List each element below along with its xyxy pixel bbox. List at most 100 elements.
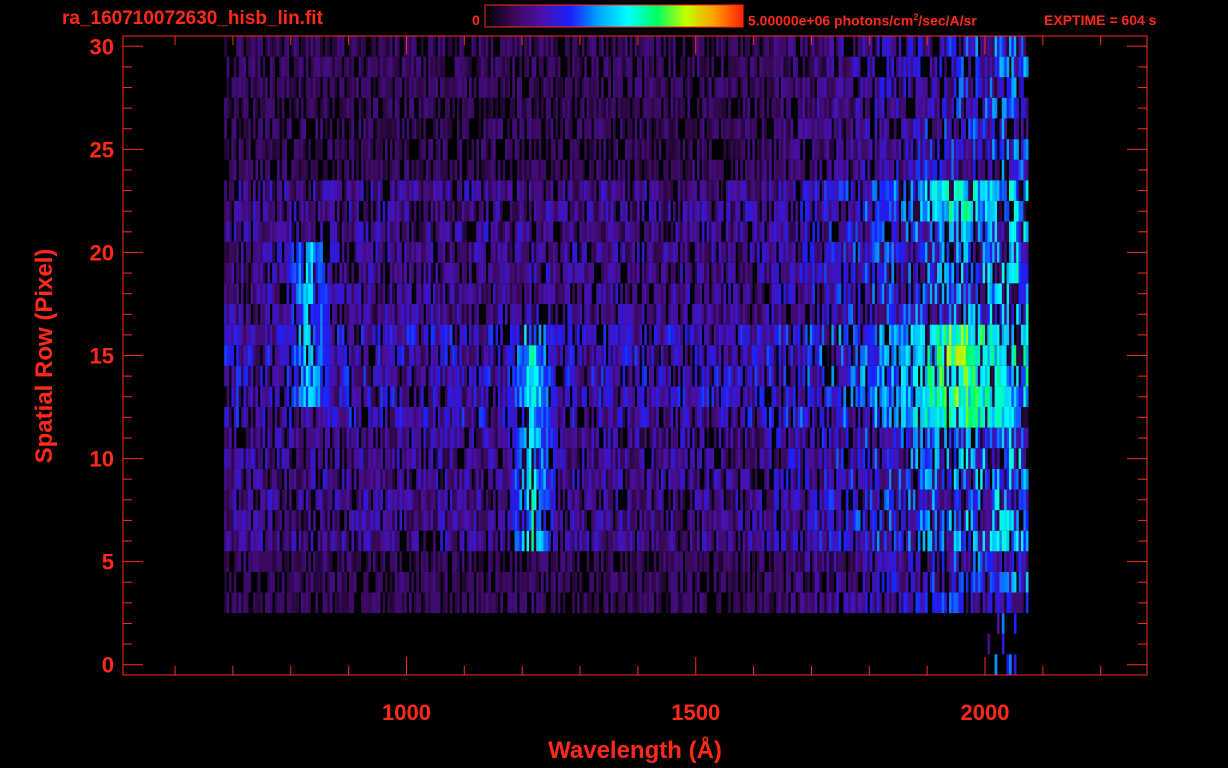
heatmap-cell — [651, 468, 655, 490]
heatmap-cell — [1009, 345, 1012, 366]
heatmap-cell — [605, 448, 609, 469]
heatmap-cell — [937, 510, 940, 531]
heatmap-cell — [941, 304, 945, 325]
heatmap-cell — [404, 407, 407, 428]
heatmap-cell — [989, 427, 993, 449]
heatmap-cell — [533, 262, 537, 284]
heatmap-cell — [509, 407, 513, 428]
heatmap-cell — [809, 468, 813, 490]
heatmap-cell — [375, 468, 379, 490]
heatmap-cell — [581, 262, 585, 284]
heatmap-cell — [440, 530, 443, 552]
heatmap-cell — [279, 242, 283, 263]
heatmap-cell — [1009, 468, 1012, 490]
heatmap-cell — [889, 468, 892, 490]
heatmap-cell — [1001, 489, 1005, 511]
heatmap-cell — [284, 324, 287, 346]
heatmap-cell — [627, 324, 631, 346]
heatmap-cell — [351, 262, 355, 284]
heatmap-cell — [853, 510, 856, 531]
heatmap-cell — [334, 262, 338, 284]
heatmap-cell — [248, 530, 251, 552]
heatmap-cell — [298, 283, 302, 304]
heatmap-cell — [233, 386, 237, 407]
heatmap-cell — [305, 304, 309, 325]
heatmap-cell — [555, 262, 559, 284]
heatmap-cell — [255, 530, 259, 552]
heatmap-cell — [591, 448, 595, 469]
heatmap-cell — [538, 468, 542, 490]
heatmap-cell — [889, 448, 892, 469]
heatmap-cell — [250, 530, 254, 552]
heatmap-cell — [257, 345, 261, 366]
heatmap-cell — [809, 489, 813, 511]
heatmap-cell — [524, 571, 527, 593]
heatmap-cell — [505, 262, 508, 284]
heatmap-cell — [742, 386, 746, 407]
heatmap-cell — [893, 427, 897, 449]
heatmap-cell — [649, 324, 652, 346]
heatmap-cell — [596, 551, 599, 572]
heatmap-cell — [932, 283, 935, 304]
heatmap-cell — [305, 510, 309, 531]
heatmap-cell — [773, 242, 777, 263]
heatmap-cell — [461, 489, 465, 511]
heatmap-cell — [653, 510, 657, 531]
heatmap-cell — [673, 592, 676, 614]
heatmap-cell — [370, 530, 374, 552]
heatmap-cell — [533, 324, 537, 346]
heatmap-cell — [773, 324, 777, 346]
heatmap-cell — [469, 448, 472, 469]
heatmap-cell — [994, 654, 998, 675]
heatmap-cell — [961, 592, 964, 614]
heatmap-cell — [773, 489, 777, 511]
heatmap-cell — [824, 262, 827, 284]
heatmap-cell — [236, 530, 239, 552]
heatmap-cell — [296, 345, 299, 366]
heatmap-cell — [843, 571, 847, 593]
heatmap-cell — [968, 530, 971, 552]
heatmap-cell — [298, 365, 302, 387]
heatmap-cell — [435, 468, 439, 490]
heatmap-cell — [289, 571, 292, 593]
heatmap-cell — [449, 304, 453, 325]
heatmap-cell — [255, 407, 259, 428]
heatmap-cell — [953, 242, 957, 263]
heatmap-cell — [430, 551, 434, 572]
heatmap-cell — [353, 386, 357, 407]
heatmap-cell — [677, 551, 681, 572]
heatmap-cell — [569, 427, 573, 449]
heatmap-cell — [953, 448, 957, 469]
heatmap-cell — [706, 551, 710, 572]
heatmap-cell — [454, 283, 458, 304]
heatmap-cell — [272, 571, 275, 593]
heatmap-cell — [461, 551, 465, 572]
heatmap-cell — [538, 530, 542, 552]
heatmap-cell — [531, 304, 535, 325]
heatmap-cell — [298, 242, 302, 263]
heatmap-cell — [538, 510, 542, 531]
heatmap-cell — [841, 427, 844, 449]
heatmap-cell — [656, 242, 659, 263]
heatmap-cell — [358, 489, 362, 511]
heatmap-cell — [269, 489, 273, 511]
heatmap-cell — [291, 571, 295, 593]
heatmap-cell — [567, 427, 571, 449]
heatmap-cell — [541, 283, 544, 304]
heatmap-cell — [533, 468, 537, 490]
heatmap-cell — [485, 510, 489, 531]
heatmap-cell — [994, 427, 998, 449]
heatmap-cell — [301, 468, 304, 490]
heatmap-cell — [716, 304, 719, 325]
heatmap-cell — [908, 551, 911, 572]
heatmap-cell — [833, 262, 837, 284]
heatmap-cell — [812, 365, 815, 387]
heatmap-cell — [841, 510, 844, 531]
heatmap-cell — [694, 571, 698, 593]
heatmap-cell — [903, 304, 907, 325]
heatmap-cell — [351, 386, 355, 407]
heatmap-cell — [404, 283, 407, 304]
heatmap-cell — [519, 324, 523, 346]
heatmap-cell — [545, 468, 549, 490]
heatmap-cell — [925, 283, 928, 304]
